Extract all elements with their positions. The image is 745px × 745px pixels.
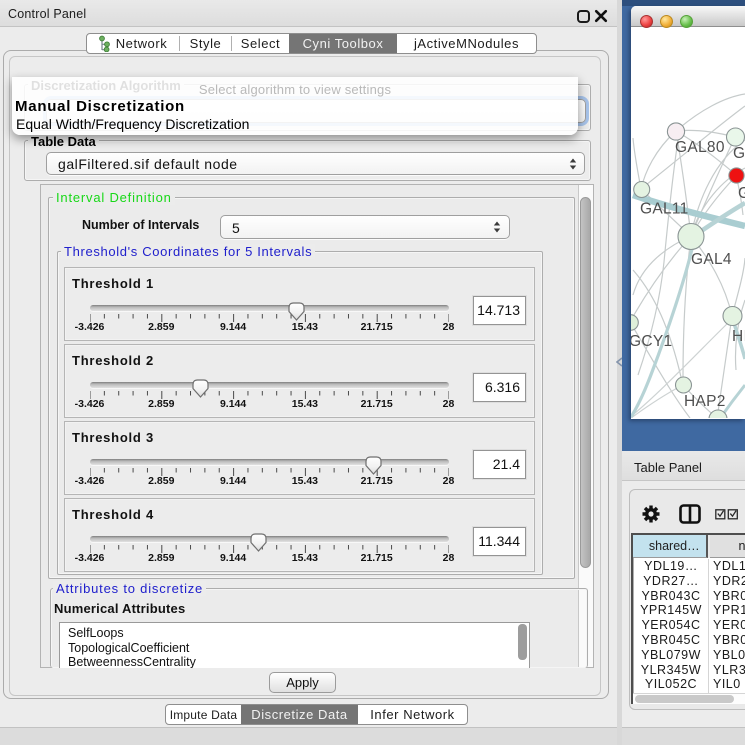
svg-text:HI: HI — [732, 328, 745, 345]
svg-text:GAL4: GAL4 — [691, 251, 732, 268]
svg-text:GAL80: GAL80 — [675, 139, 725, 156]
svg-text:GCY1: GCY1 — [631, 333, 672, 350]
svg-text:GA: GA — [733, 145, 745, 162]
svg-text:GAL11: GAL11 — [640, 201, 689, 218]
svg-text:HAP2: HAP2 — [684, 393, 726, 410]
svg-text:GA: GA — [738, 185, 745, 202]
